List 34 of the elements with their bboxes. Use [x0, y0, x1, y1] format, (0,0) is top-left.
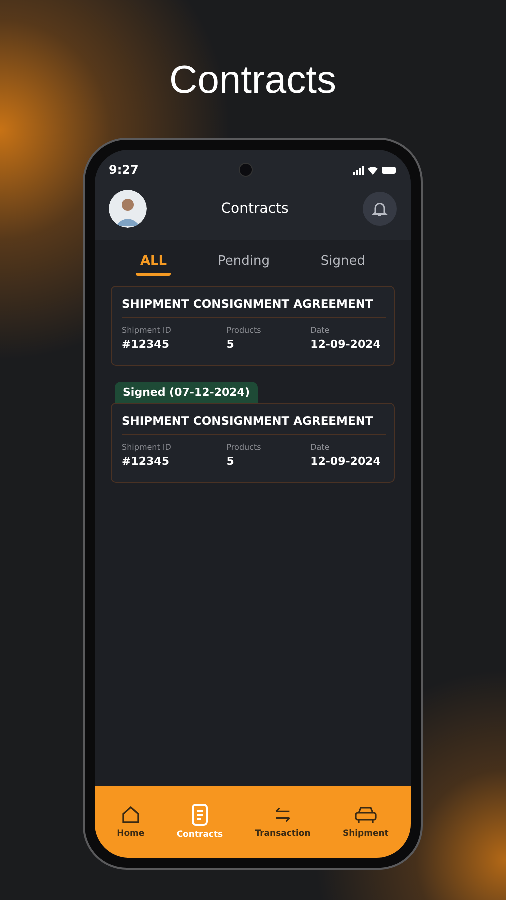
- nav-item[interactable]: Transaction: [253, 803, 313, 841]
- field-value: 5: [226, 338, 236, 351]
- screen-title: Contracts: [221, 201, 289, 217]
- field-value: #12345: [122, 455, 170, 468]
- filter-tab[interactable]: Signed: [316, 250, 370, 276]
- field-label: Products: [226, 326, 262, 335]
- document-icon: [190, 804, 209, 826]
- notification-button[interactable]: [363, 192, 397, 226]
- status-badge: Signed (07-12-2024): [115, 382, 258, 403]
- field-value: 5: [226, 455, 236, 468]
- field-label: Shipment ID: [122, 443, 172, 452]
- field-value: 12-09-2024: [310, 455, 382, 468]
- nav-item[interactable]: Shipment: [340, 803, 391, 841]
- bell-icon: [371, 200, 389, 218]
- field-label: Date: [310, 326, 331, 335]
- contract-card[interactable]: SHIPMENT CONSIGNMENT AGREEMENT Shipment ID #12345 Products 5 Date 12-09-2024: [111, 286, 395, 366]
- field-value: 12-09-2024: [310, 338, 382, 351]
- field-value: #12345: [122, 338, 170, 351]
- page-headline: Contracts: [170, 58, 336, 104]
- avatar[interactable]: [109, 190, 147, 228]
- field-label: Shipment ID: [122, 326, 172, 335]
- contract-title: SHIPMENT CONSIGNMENT AGREEMENT: [122, 414, 386, 435]
- contract-card[interactable]: SHIPMENT CONSIGNMENT AGREEMENT Shipment ID #12345 Products 5 Date 12-09-2024: [111, 403, 395, 483]
- filter-tab[interactable]: ALL: [136, 250, 172, 276]
- car-icon: [354, 805, 378, 825]
- status-time: 9:27: [109, 163, 139, 177]
- status-icons: [352, 165, 397, 175]
- filter-tab[interactable]: Pending: [214, 250, 274, 276]
- camera-icon: [238, 163, 253, 177]
- home-icon: [120, 805, 141, 825]
- field-label: Date: [310, 443, 331, 452]
- contract-title: SHIPMENT CONSIGNMENT AGREEMENT: [122, 297, 386, 318]
- field-label: Products: [226, 443, 262, 452]
- nav-item[interactable]: Home: [115, 803, 147, 841]
